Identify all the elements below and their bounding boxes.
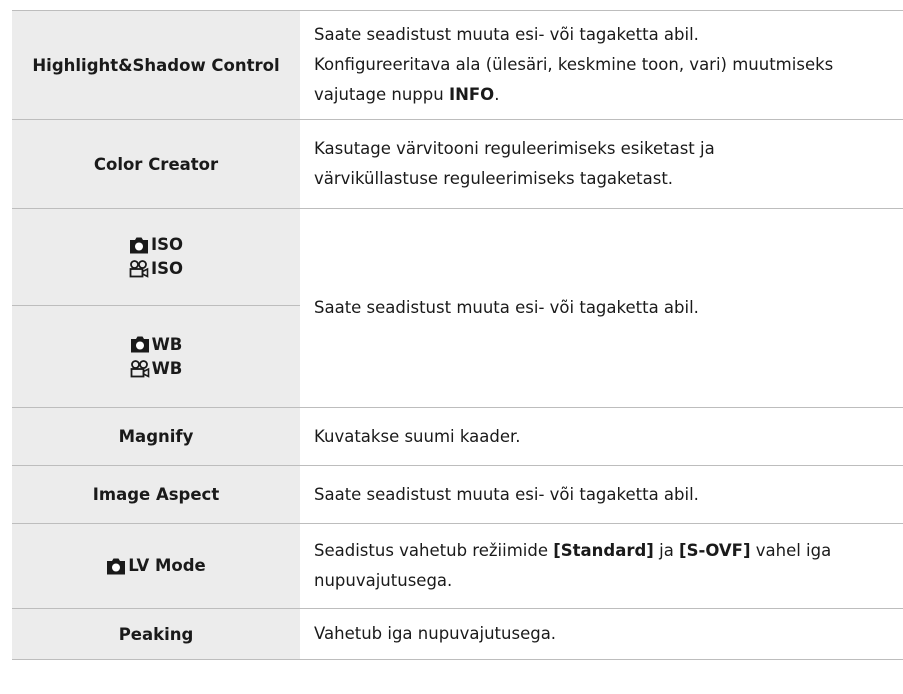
desc-text: ja [653,541,680,560]
table-row: Image Aspect Saate seadistust muuta esi-… [12,465,903,524]
label-iso: ISO ISO [12,208,300,306]
info-button-name: INFO [448,85,495,104]
desc-line: Konfigureeritava ala (ülesäri, keskmine … [314,55,834,74]
desc-line: Seadistus vahetub režiimide [Standard] j… [314,536,893,566]
table-row: Highlight&Shadow Control Saate seadistus… [12,10,903,120]
desc-line: nupuvajutusega. [314,571,453,590]
desc-line: Kasutage värvitooni reguleerimiseks esik… [314,139,715,158]
label-image-aspect: Image Aspect [12,465,300,524]
label-peaking: Peaking [12,608,300,660]
table-row: ISO ISO Saate seadistust muuta esi- või … [12,208,903,408]
table-row: Color Creator Kasutage värvitooni regule… [12,119,903,209]
desc-line: vajutage nuppu INFO. [314,80,893,110]
still-wb-label: WB [151,334,183,354]
camera-icon [106,558,126,575]
desc-text: Seadistus vahetub režiimide [314,541,554,560]
camera-icon [129,237,149,254]
s-ovf-option: [S-OVF] [679,541,751,560]
camera-icon [130,336,150,353]
label-lv-mode: LV Mode [12,523,300,609]
label-color-creator: Color Creator [12,119,300,209]
table-row: Magnify Kuvatakse suumi kaader. [12,407,903,466]
desc-text: vajutage nuppu [314,85,449,104]
movie-iso-label: ISO [150,259,184,278]
desc-magnify: Kuvatakse suumi kaader. [300,407,903,466]
desc-color-creator: Kasutage värvitooni reguleerimiseks esik… [300,119,903,209]
table-row: LV Mode Seadistus vahetub režiimide [Sta… [12,523,903,609]
desc-lv-mode: Seadistus vahetub režiimide [Standard] j… [300,523,903,609]
desc-line: Saate seadistust muuta esi- või tagakett… [314,25,699,44]
table-row: Peaking Vahetub iga nupuvajutusega. [12,608,903,660]
movie-camera-icon [129,260,149,278]
desc-text: . [494,85,500,104]
label-wb: WB WB [12,305,300,408]
desc-highlight-shadow: Saate seadistust muuta esi- või tagakett… [300,10,903,120]
movie-camera-icon [130,359,150,378]
desc-text: vahel iga [750,541,832,560]
still-iso-label: ISO [150,235,184,254]
desc-iso-wb: Saate seadistust muuta esi- või tagakett… [300,208,903,408]
desc-line: värviküllastuse reguleerimiseks tagaketa… [314,169,674,188]
desc-image-aspect: Saate seadistust muuta esi- või tagakett… [300,465,903,524]
label-highlight-shadow: Highlight&Shadow Control [12,10,300,120]
standard-option: [Standard] [553,541,654,560]
lv-mode-label: LV Mode [128,556,206,575]
movie-wb-label: WB [151,358,183,378]
label-magnify: Magnify [12,407,300,466]
settings-table: Highlight&Shadow Control Saate seadistus… [12,10,903,660]
desc-peaking: Vahetub iga nupuvajutusega. [300,608,903,660]
